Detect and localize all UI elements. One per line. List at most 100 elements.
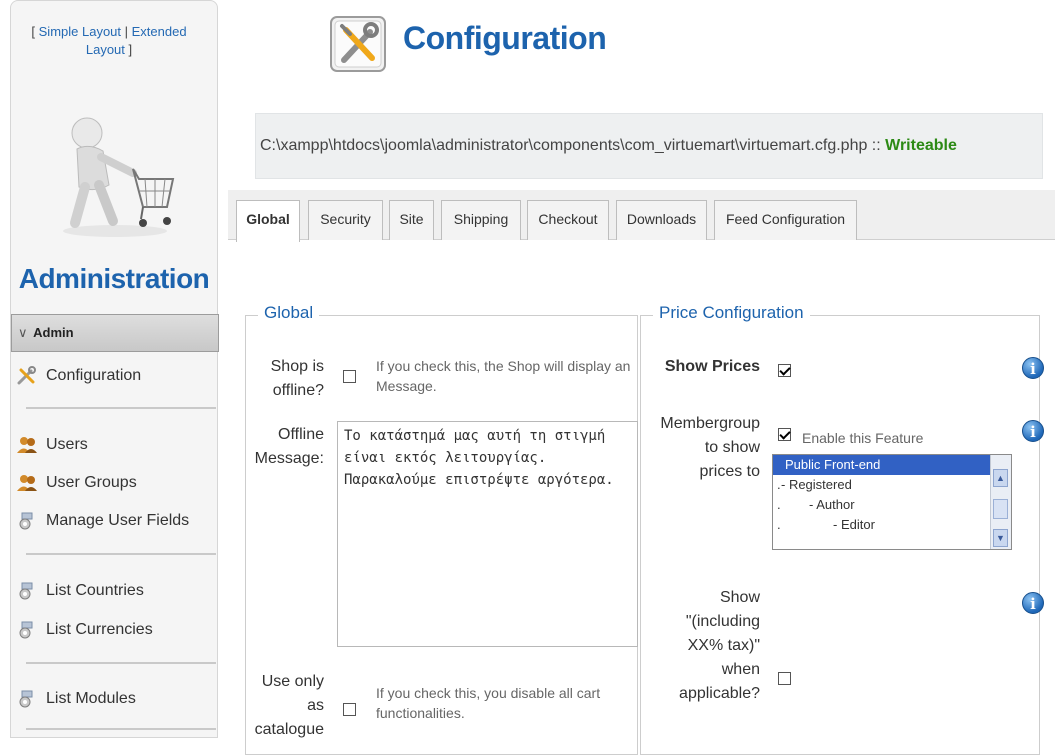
sidebar-item-user-groups[interactable]: User Groups — [16, 470, 137, 496]
shop-offline-label: Shop is offline? — [240, 355, 324, 403]
select-option[interactable]: Public Front-end — [773, 455, 1011, 475]
show-prices-checkbox[interactable] — [778, 364, 791, 377]
membergroup-enable-label: Enable this Feature — [802, 430, 924, 446]
show-tax-label: Show "(including XX% tax)" when applicab… — [640, 586, 760, 706]
config-file-path: C:\xampp\htdocs\joomla\administrator\com… — [260, 137, 868, 154]
divider — [26, 662, 216, 664]
tab-site[interactable]: Site — [389, 200, 434, 240]
catalogue-only-checkbox[interactable] — [343, 703, 356, 716]
users-icon — [17, 436, 37, 453]
gear-icon — [19, 690, 33, 708]
select-option[interactable]: .- Registered — [773, 475, 1011, 495]
admin-section-label: Admin — [33, 325, 74, 340]
scroll-thumb[interactable] — [993, 499, 1008, 519]
label-line: "(including — [685, 613, 760, 630]
label-line: as — [307, 697, 324, 714]
tab-downloads[interactable]: Downloads — [616, 200, 707, 240]
writeable-status: Writeable — [885, 137, 957, 154]
hint-line: If you check this, the Shop will display… — [376, 358, 631, 374]
label-line: to show — [704, 439, 760, 456]
select-option-label: - Editor — [833, 517, 875, 532]
config-file-path-bar: C:\xampp\htdocs\joomla\administrator\com… — [255, 113, 1043, 179]
offline-message-textarea[interactable]: Το κατάστημά μας αυτή τη στιγμή είναι εκ… — [337, 421, 638, 647]
select-option-label: - Author — [809, 497, 855, 512]
sidebar-item-label: Manage User Fields — [46, 512, 190, 529]
label-line: when — [721, 661, 760, 678]
shop-offline-hint: If you check this, the Shop will display… — [376, 356, 638, 396]
sidebar-item-list-currencies[interactable]: List Currencies — [16, 617, 153, 643]
admin-section-header[interactable]: ∨ Admin — [11, 314, 219, 352]
label-line: Shop is — [270, 358, 324, 375]
show-prices-label: Show Prices — [664, 358, 760, 375]
tab-security[interactable]: Security — [308, 200, 383, 240]
sidebar-item-label: Users — [46, 436, 88, 453]
hint-line: functionalities. — [376, 705, 465, 721]
global-legend: Global — [258, 303, 320, 323]
shop-offline-checkbox[interactable] — [343, 370, 356, 383]
label-line: Offline — [278, 426, 324, 443]
offline-message-label: Offline Message: — [240, 423, 324, 471]
divider — [26, 728, 216, 730]
membergroup-label: Membergroup to show prices to — [640, 412, 760, 484]
hint-line: Message. — [376, 378, 437, 394]
label-line: Use only — [261, 673, 324, 690]
show-tax-info-icon[interactable]: i — [1022, 592, 1044, 614]
gear-icon — [19, 512, 33, 530]
sidebar-item-manage-user-fields[interactable]: Manage User Fields — [16, 508, 189, 534]
divider — [26, 407, 216, 409]
tab-shipping[interactable]: Shipping — [441, 200, 521, 240]
bracket-close: ] — [124, 42, 133, 57]
select-scrollbar[interactable]: ▲ ▼ — [990, 455, 1011, 549]
sidebar-item-list-countries[interactable]: List Countries — [16, 578, 144, 604]
sidebar-item-users[interactable]: Users — [16, 432, 88, 458]
label-line: offline? — [272, 382, 324, 399]
gear-icon — [19, 621, 33, 639]
sidebar-title: Administration — [18, 263, 210, 294]
show-prices-info-icon[interactable]: i — [1022, 357, 1044, 379]
label-line: Show — [719, 589, 760, 606]
select-option[interactable]: .- Author — [773, 495, 1011, 515]
sidebar-item-list-modules[interactable]: List Modules — [16, 686, 136, 712]
layout-switcher: [ Simple Layout | Extended Layout ] — [11, 23, 207, 59]
label-line: Message: — [254, 450, 324, 467]
path-separator: :: — [867, 137, 886, 154]
gear-icon — [19, 582, 33, 600]
membergroup-info-icon[interactable]: i — [1022, 420, 1044, 442]
membergroup-enable-checkbox[interactable] — [778, 428, 791, 441]
label-line: applicable? — [679, 685, 760, 702]
configuration-tools-icon — [330, 16, 386, 72]
label-line: XX% tax)" — [687, 637, 760, 654]
sidebar-item-label: User Groups — [46, 474, 137, 491]
label-line: catalogue — [254, 721, 324, 738]
shopping-cart-mascot-icon — [63, 117, 175, 237]
bracket-open: [ — [31, 24, 39, 39]
tools-icon — [17, 365, 36, 385]
select-option-label: - Registered — [781, 477, 852, 492]
show-tax-checkbox[interactable] — [778, 672, 791, 685]
sidebar-item-label: Configuration — [46, 367, 142, 384]
tab-checkout[interactable]: Checkout — [527, 200, 609, 240]
divider — [26, 553, 216, 555]
hint-line: If you check this, you disable all cart — [376, 685, 601, 701]
sidebar-item-label: List Countries — [46, 582, 144, 599]
select-option[interactable]: .- Editor — [773, 515, 1011, 535]
tab-feed-configuration[interactable]: Feed Configuration — [714, 200, 857, 240]
sidebar-item-configuration[interactable]: Configuration — [16, 363, 141, 389]
scroll-up-icon[interactable]: ▲ — [993, 469, 1008, 487]
user-groups-icon — [17, 474, 37, 491]
catalogue-only-label: Use only as catalogue — [240, 670, 324, 742]
tab-global[interactable]: Global — [236, 200, 300, 242]
price-configuration-legend: Price Configuration — [653, 303, 810, 323]
page-title: Configuration — [403, 20, 607, 56]
label-line: prices to — [699, 463, 760, 480]
simple-layout-link[interactable]: Simple Layout — [39, 24, 121, 39]
chevron-down-icon: ∨ — [18, 325, 28, 340]
sidebar-item-label: List Currencies — [46, 621, 153, 638]
divider: | — [121, 24, 132, 39]
label-line: Membergroup — [660, 415, 760, 432]
scroll-down-icon[interactable]: ▼ — [993, 529, 1008, 547]
sidebar-item-label: List Modules — [46, 690, 136, 707]
membergroup-select[interactable]: Public Front-end .- Registered .- Author… — [772, 454, 1012, 550]
config-tabs: Global Security Site Shipping Checkout D… — [228, 190, 1055, 242]
catalogue-only-hint: If you check this, you disable all cart … — [376, 683, 638, 723]
